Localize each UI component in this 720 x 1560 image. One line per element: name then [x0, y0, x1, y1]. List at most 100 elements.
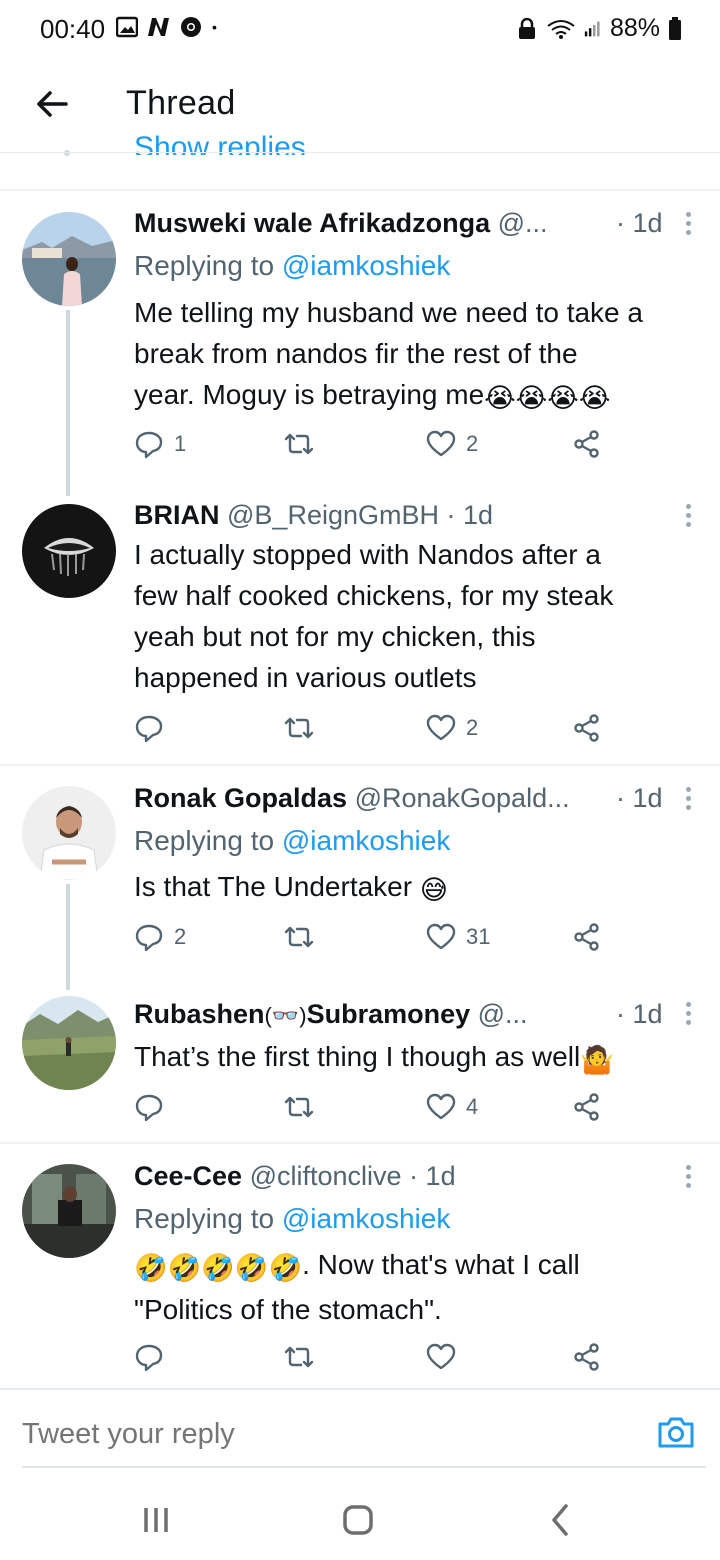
replying-prefix: Replying to	[134, 250, 275, 281]
mention-link[interactable]: @iamkoshiek	[282, 250, 450, 281]
status-time: 00:40	[40, 14, 106, 44]
like-button[interactable]: 2	[426, 713, 478, 743]
name-emoji: (👓)	[264, 1003, 307, 1028]
retweet-icon	[284, 717, 314, 739]
emoji: 😅	[419, 875, 449, 905]
replying-to: Replying to @iamkoshiek	[134, 250, 450, 282]
share-button[interactable]	[572, 429, 602, 459]
divider	[0, 764, 720, 766]
author-name[interactable]: Cee-Cee	[134, 1161, 242, 1191]
tweet-text: I actually stopped with Nandos after a f…	[134, 534, 700, 698]
avatar[interactable]	[22, 786, 116, 880]
avatar[interactable]	[22, 212, 116, 306]
reply-button[interactable]	[134, 1342, 174, 1372]
home-icon[interactable]	[338, 1500, 378, 1540]
chrome-icon	[181, 17, 201, 37]
avatar[interactable]	[22, 996, 116, 1090]
retweet-button[interactable]	[284, 922, 324, 952]
share-button[interactable]	[572, 713, 602, 743]
tweet-actions: 4	[134, 1092, 614, 1126]
like-button[interactable]: 2	[426, 429, 478, 459]
like-icon	[426, 923, 456, 950]
share-button[interactable]	[572, 922, 602, 952]
more-icon[interactable]	[684, 787, 692, 813]
reply-icon	[135, 431, 163, 459]
author-name-rest[interactable]: Subramoney	[307, 999, 471, 1029]
tweet-actions	[134, 1342, 614, 1376]
reply-button[interactable]: 1	[134, 429, 186, 459]
like-icon	[426, 1093, 456, 1120]
divider	[0, 1142, 720, 1144]
status-right: 88%	[516, 14, 682, 43]
retweet-button[interactable]	[284, 713, 324, 743]
text-line: yeah but not for my chicken, this	[134, 621, 536, 652]
replying-to: Replying to @iamkoshiek	[134, 1203, 450, 1235]
signal-icon	[584, 21, 600, 36]
like-icon	[426, 714, 456, 741]
text-line: Is that The Undertaker 😅	[134, 866, 700, 911]
more-icon[interactable]	[684, 1165, 692, 1191]
retweet-button[interactable]	[284, 1092, 324, 1122]
author-name[interactable]: Ronak Gopaldas	[134, 783, 347, 813]
divider	[0, 189, 720, 191]
reply-button[interactable]	[134, 1092, 174, 1122]
camera-icon[interactable]	[656, 1414, 696, 1450]
tweet-time: · 1d	[616, 783, 663, 813]
dot-icon	[212, 25, 217, 30]
more-icon[interactable]	[684, 1002, 692, 1028]
gallery-icon	[116, 16, 138, 38]
notification-icons	[116, 16, 224, 38]
share-button[interactable]	[572, 1092, 602, 1122]
tweet-header: Cee-Cee @cliftonclive · 1d	[134, 1161, 456, 1192]
reply-icon	[135, 715, 163, 743]
replying-to: Replying to @iamkoshiek	[134, 825, 450, 857]
retweet-icon	[284, 926, 314, 948]
avatar[interactable]	[22, 1164, 116, 1258]
author-handle[interactable]: @cliftonclive	[250, 1161, 402, 1191]
share-button[interactable]	[572, 1342, 602, 1372]
avatar[interactable]	[22, 504, 116, 598]
tweet-actions: 1 2	[134, 429, 614, 463]
text-line: I actually stopped with Nandos after a	[134, 539, 601, 570]
recents-icon[interactable]	[136, 1500, 176, 1540]
n-app-icon	[148, 18, 169, 36]
author-handle[interactable]: @...	[478, 999, 528, 1029]
like-button[interactable]	[426, 1342, 466, 1372]
thread-line	[66, 884, 70, 990]
emoji: 🤷	[580, 1045, 614, 1075]
tweet-text: Is that The Undertaker 😅	[134, 866, 700, 911]
tweet-time: · 1d	[616, 999, 663, 1029]
like-button[interactable]: 31	[426, 922, 490, 952]
status-bar: 00:40 88%	[0, 0, 720, 60]
author-name[interactable]: Rubashen	[134, 999, 265, 1029]
reply-count: 1	[174, 431, 187, 456]
author-handle[interactable]: @B_ReignGmBH	[227, 500, 439, 530]
text-line: happened in various outlets	[134, 662, 477, 693]
reply-button[interactable]: 2	[134, 922, 186, 952]
back-arrow-icon[interactable]	[30, 82, 74, 126]
more-icon[interactable]	[684, 212, 692, 238]
mention-link[interactable]: @iamkoshiek	[282, 825, 450, 856]
retweet-button[interactable]	[284, 1342, 324, 1372]
author-handle[interactable]: @...	[498, 208, 548, 238]
replying-prefix: Replying to	[134, 1203, 275, 1234]
battery-icon	[669, 16, 681, 40]
author-name[interactable]: BRIAN	[134, 500, 220, 530]
like-button[interactable]: 4	[426, 1092, 478, 1122]
lock-icon	[518, 17, 535, 39]
more-icon[interactable]	[684, 504, 692, 530]
retweet-icon	[284, 1096, 314, 1118]
tweet-header: Rubashen(👓)Subramoney @...	[134, 999, 528, 1030]
like-count: 31	[466, 924, 491, 949]
reply-icon	[135, 1094, 163, 1122]
page-title: Thread	[126, 84, 236, 122]
author-name[interactable]: Musweki wale Afrikadzonga	[134, 208, 490, 238]
back-nav-icon[interactable]	[540, 1500, 580, 1540]
reply-icon	[135, 924, 163, 952]
tweet-reply-input[interactable]	[22, 1412, 622, 1456]
retweet-button[interactable]	[284, 429, 324, 459]
mention-link[interactable]: @iamkoshiek	[282, 1203, 450, 1234]
tweet-header: BRIAN @B_ReignGmBH · 1d	[134, 500, 493, 531]
reply-button[interactable]	[134, 713, 174, 743]
author-handle[interactable]: @RonakGopald...	[355, 783, 570, 813]
